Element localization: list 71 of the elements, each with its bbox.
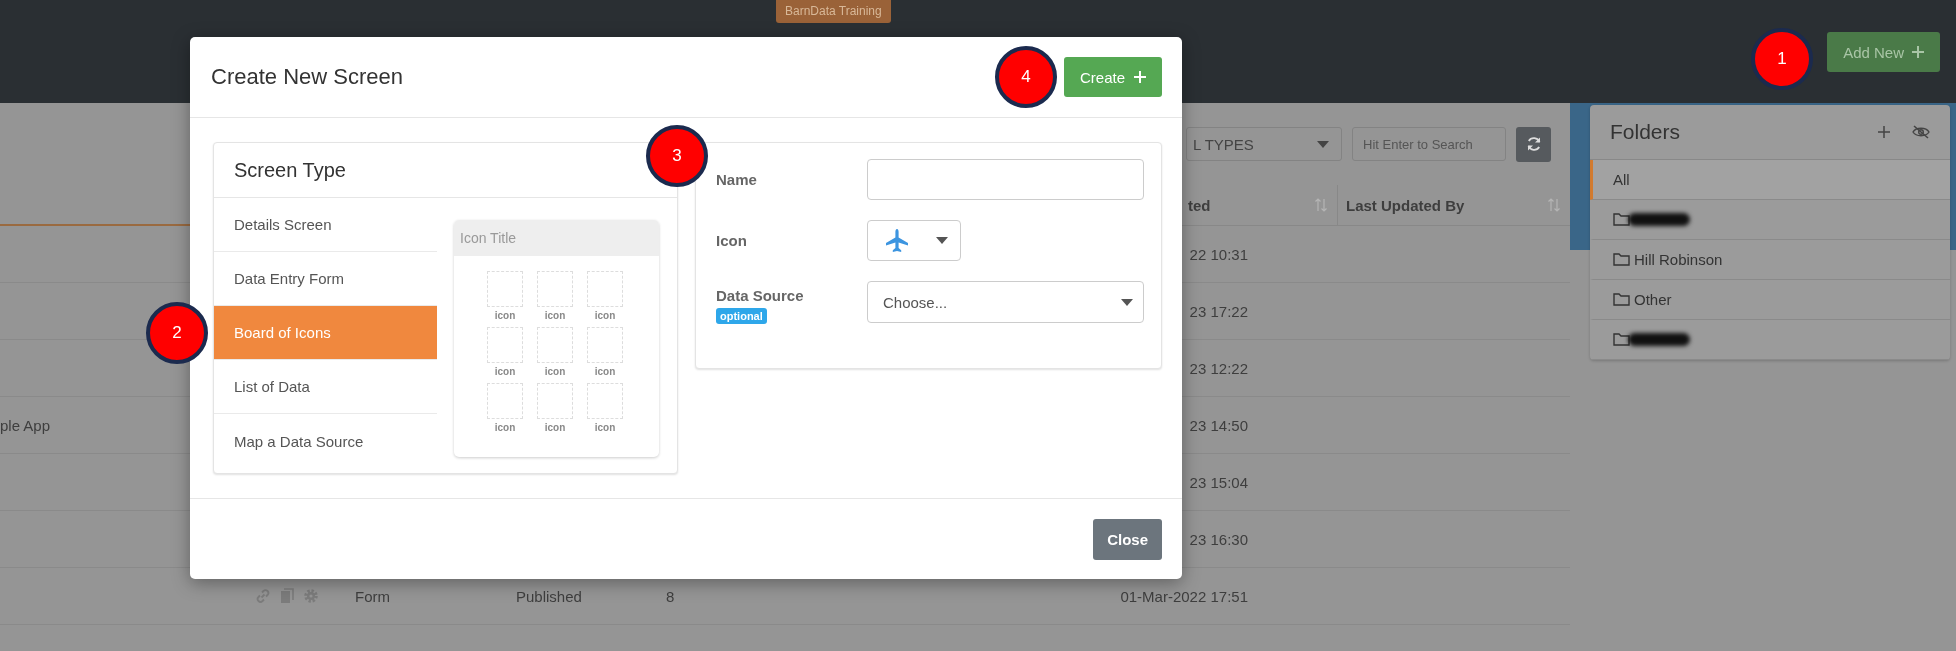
search-field[interactable]: Hit Enter to Search [1352,127,1506,161]
icon-placeholder [537,271,573,307]
table-cell: 8 [666,587,675,605]
eye-slash-icon[interactable] [1912,125,1930,139]
preview-title: Icon Title [454,220,659,256]
tile-label: icon [544,422,566,433]
refresh-icon [1525,136,1542,152]
table-cell: Published [516,587,582,605]
table-cell: 23 12:22 [1189,359,1248,377]
folder-icon [1613,213,1630,226]
icon-placeholder [537,327,573,363]
table-cell: Form [355,587,390,605]
screen-type-option[interactable]: List of Data [214,360,437,414]
folder-icon [1613,293,1630,306]
type-filter-dropdown[interactable]: L TYPES [1186,127,1342,161]
folder-item[interactable]: All [1590,160,1950,200]
airplane-icon [886,228,908,253]
folder-item[interactable]: Hill Robinson [1590,240,1950,280]
create-button[interactable]: Create [1063,57,1162,97]
step-marker: 2 [146,302,208,364]
tile-label: icon [494,310,516,321]
add-new-button[interactable]: Add New [1827,32,1940,72]
screen-type-option[interactable]: Details Screen [214,198,437,252]
data-source-dropdown[interactable]: Choose... [867,281,1144,323]
modal-title: Create New Screen [211,64,403,90]
icon-placeholder [487,327,523,363]
icon-placeholder [487,383,523,419]
close-button[interactable]: Close [1093,518,1162,560]
folder-item[interactable]: Other [1590,280,1950,320]
tile-label: icon [594,366,616,377]
optional-badge: optional [716,308,767,324]
redaction-blur [1628,333,1690,346]
panel-title: Folders [1610,120,1681,144]
column-header[interactable]: ted [1188,196,1211,214]
plus-icon[interactable] [1878,126,1890,138]
table-cell: 01-Mar-2022 17:51 [1120,587,1248,605]
tile-label: icon [544,366,566,377]
icon-placeholder [487,271,523,307]
plus-icon [1912,46,1924,58]
folder-icon [1613,253,1630,266]
icon-placeholder [537,383,573,419]
icon-placeholder [587,383,623,419]
environment-badge: BarnData Training [776,0,891,23]
caret-icon [936,237,948,244]
icon-placeholder [587,327,623,363]
table-cell: ple App [0,416,51,434]
name-field[interactable] [867,159,1144,200]
screen-type-option[interactable]: Board of Icons [214,306,437,360]
refresh-button[interactable] [1516,126,1551,162]
icon-dropdown[interactable] [867,220,961,261]
folder-icon [1613,333,1630,346]
redaction-blur [1628,213,1690,226]
table-cell: 23 17:22 [1189,302,1248,320]
tile-label: icon [594,422,616,433]
tile-label: icon [594,310,616,321]
table-cell: 22 10:31 [1189,245,1248,263]
tile-label: icon [494,422,516,433]
table-cell: 23 15:04 [1189,473,1248,491]
plus-icon [1134,71,1146,83]
icon-placeholder [587,271,623,307]
field-label: Data Source [716,287,804,304]
field-label: Icon [716,232,747,249]
table-cell: 23 16:30 [1189,530,1248,548]
column-header[interactable]: Last Updated By [1346,196,1465,214]
table-cell: 23 14:50 [1189,416,1248,434]
tile-label: icon [494,366,516,377]
tile-label: icon [544,310,566,321]
field-label: Name [716,171,757,188]
caret-icon [1121,298,1133,306]
screen-type-option[interactable]: Map a Data Source [214,414,437,468]
caret-icon [1317,140,1329,148]
